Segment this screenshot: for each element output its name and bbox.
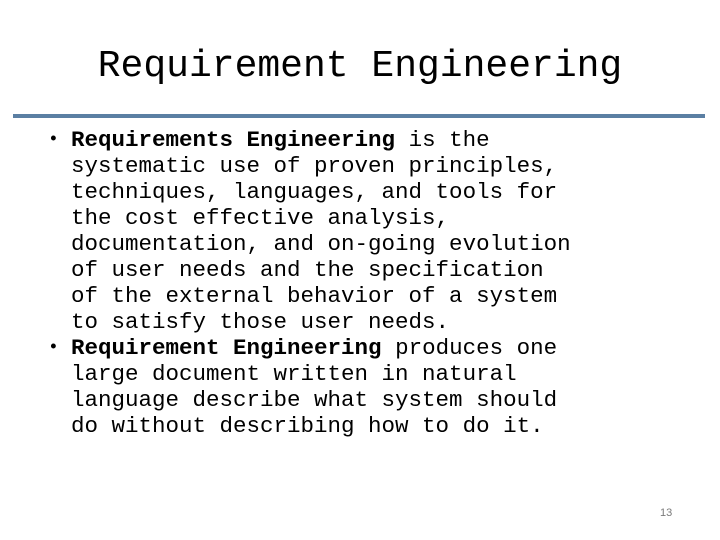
bullet-item: • Requirements Engineering is the system… xyxy=(48,127,708,335)
bullet-text: is the xyxy=(395,127,490,153)
bullet-text: documentation, and on-going evolution xyxy=(71,231,571,257)
bullet-list: • Requirements Engineering is the system… xyxy=(48,127,708,439)
bullet-dot-icon: • xyxy=(48,338,59,358)
bullet-text: to satisfy those user needs. xyxy=(71,309,450,335)
bullet-item: • Requirement Engineering produces one l… xyxy=(48,335,708,439)
bullet-text: do without describing how to do it. xyxy=(71,413,544,439)
bullet-text: systematic use of proven principles, xyxy=(71,153,558,179)
bullet-text: of the external behavior of a system xyxy=(71,283,558,309)
slide-title: Requirement Engineering xyxy=(97,45,623,88)
bullet-bold-term: Requirements Engineering xyxy=(71,127,396,153)
bullet-text: the cost effective analysis, xyxy=(71,205,450,231)
bullet-text: large document written in natural xyxy=(71,361,517,387)
bullet-bold-term: Requirement Engineering xyxy=(71,335,382,361)
bullet-dot-icon: • xyxy=(48,130,59,150)
bullet-text: produces one xyxy=(381,335,558,361)
bullet-text: techniques, languages, and tools for xyxy=(71,179,558,205)
bullet-text: language describe what system should xyxy=(71,387,558,413)
bullet-text: of user needs and the specification xyxy=(71,257,544,283)
page-number: 13 xyxy=(660,507,673,519)
title-divider xyxy=(13,114,705,118)
